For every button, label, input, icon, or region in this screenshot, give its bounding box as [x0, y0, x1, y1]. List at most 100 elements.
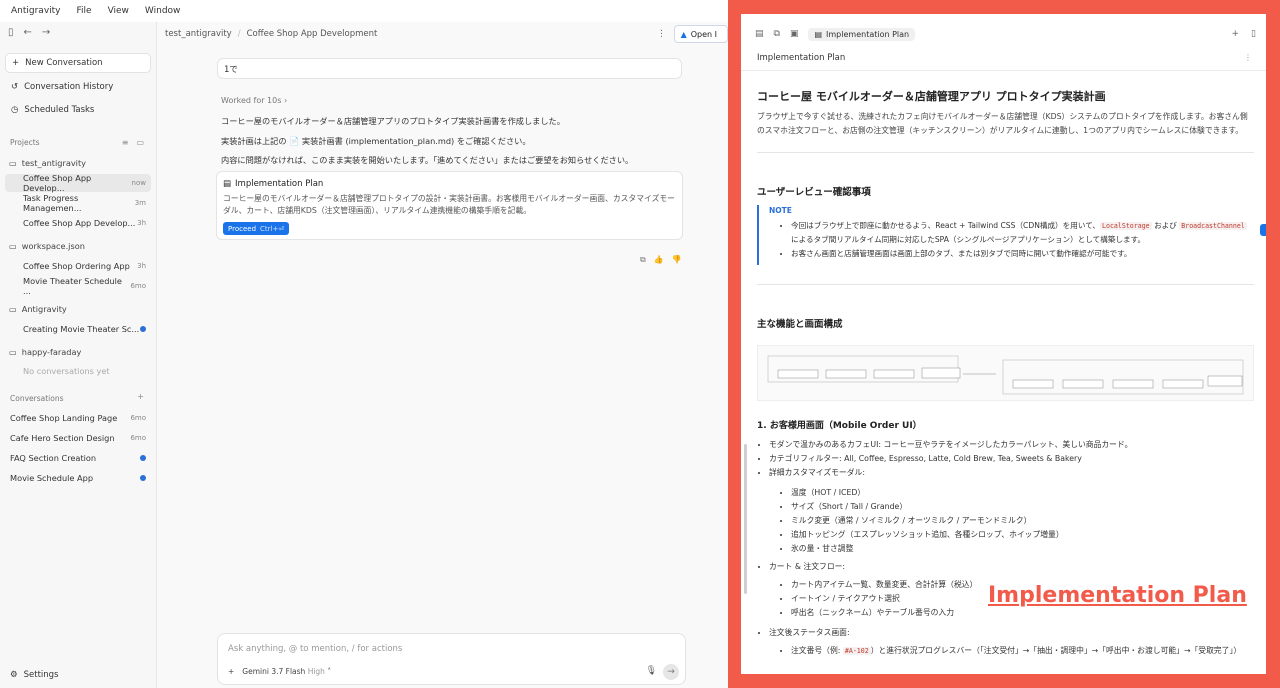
- menu-view[interactable]: View: [108, 6, 129, 16]
- list-item[interactable]: Creating Movie Theater Sc...: [5, 320, 151, 338]
- comment-marker[interactable]: [1260, 224, 1266, 236]
- list-item: 詳細カスタマイズモーダル:: [769, 466, 1254, 480]
- list-item[interactable]: Coffee Shop Ordering App 3h: [5, 257, 151, 275]
- breadcrumb-separator: /: [237, 29, 241, 39]
- plan-card-description: コーヒー屋のモバイルオーダー＆店舗管理プロトタイプの設計・実装計画書。お客様用モ…: [223, 194, 675, 215]
- note-callout: NOTE 今回はブラウザ上で即座に動かせるよう、React + Tailwind…: [757, 205, 1254, 265]
- plan-card-title: ▤ Implementation Plan: [223, 179, 323, 189]
- new-folder-icon[interactable]: ▭: [136, 138, 144, 147]
- add-context-icon[interactable]: +: [228, 667, 234, 676]
- settings-label: Settings: [23, 670, 59, 680]
- note-item: お客さん画面と店舗管理画面は画面上部のタブ、または別タブで同時に開いて動作確認が…: [791, 247, 1254, 261]
- composer-input[interactable]: Ask anything, @ to mention, / for action…: [228, 644, 402, 654]
- tab-implementation-plan[interactable]: ▤ Implementation Plan: [808, 27, 916, 41]
- list-item[interactable]: FAQ Section Creation: [5, 449, 151, 467]
- item-label: Coffee Shop App Develop...: [23, 218, 136, 228]
- architecture-diagram: [757, 345, 1254, 401]
- section-customer-ui: 1. お客様用画面（Mobile Order UI）: [757, 421, 922, 431]
- list-icon[interactable]: ▤: [755, 29, 764, 39]
- unread-dot: [140, 455, 146, 461]
- thumbs-up-icon[interactable]: 👍: [654, 255, 664, 265]
- toggle-sidebar-icon[interactable]: ▯: [8, 27, 14, 38]
- list-item[interactable]: Movie Schedule App: [5, 469, 151, 487]
- status-items: 注文番号（例: #A-102）と進行状況プログレスバー（「注文受付」→「抽出・調…: [757, 644, 1254, 658]
- open-button[interactable]: ▲ Open I: [673, 25, 728, 43]
- list-item[interactable]: Task Progress Managemen... 3m: [5, 193, 151, 213]
- new-conversation-label: New Conversation: [25, 58, 103, 68]
- item-time: 6mo: [130, 282, 146, 290]
- list-item[interactable]: Coffee Shop App Develop... now: [5, 173, 151, 193]
- folder-icon: ▭: [9, 347, 17, 357]
- menu-window[interactable]: Window: [145, 6, 181, 16]
- chat-area: test_antigravity / Coffee Shop App Devel…: [157, 22, 728, 688]
- add-tab-icon[interactable]: +: [1232, 29, 1240, 39]
- unread-dot: [140, 326, 146, 332]
- list-item: モダンで温かみのあるカフェUI: コーヒー豆やラテをイメージしたカラーパレット、…: [769, 438, 1254, 452]
- breadcrumb: test_antigravity / Coffee Shop App Devel…: [157, 22, 728, 46]
- breadcrumb-project[interactable]: test_antigravity: [165, 29, 232, 39]
- chat-composer[interactable]: Ask anything, @ to mention, / for action…: [217, 633, 686, 685]
- model-selector[interactable]: Gemini 3.7 Flash High ˄: [242, 667, 331, 676]
- project-antigravity[interactable]: ▭ Antigravity: [5, 300, 151, 318]
- send-button[interactable]: →: [663, 664, 679, 680]
- list-item[interactable]: Coffee Shop App Develop... 3h: [5, 214, 151, 232]
- image-icon[interactable]: ▣: [790, 29, 799, 39]
- list-item: サイズ（Short / Tall / Grande）: [791, 500, 1254, 514]
- list-item: カテゴリフィルター: All, Coffee, Espresso, Latte,…: [769, 452, 1254, 466]
- item-label: Creating Movie Theater Sc...: [23, 324, 140, 334]
- composer-options: + Gemini 3.7 Flash High ˄: [228, 667, 331, 676]
- proceed-button[interactable]: Proceed Ctrl+⏎: [223, 222, 290, 235]
- item-time: 6mo: [130, 434, 146, 442]
- more-icon[interactable]: ⋮: [657, 29, 666, 39]
- project-happy-faraday[interactable]: ▭ happy-faraday: [5, 343, 151, 361]
- item-label: Movie Theater Schedule ...: [23, 276, 122, 296]
- back-icon[interactable]: ←: [24, 27, 32, 38]
- implementation-plan-card[interactable]: ▤ Implementation Plan コーヒー屋のモバイルオーダー＆店舗管…: [216, 171, 683, 240]
- thumbs-down-icon[interactable]: 👎: [672, 255, 682, 265]
- conversations-heading: Conversations: [10, 394, 64, 403]
- implementation-plan-panel: ▤ ⧉ ▣ ▤ Implementation Plan + ▯ Implemen…: [741, 14, 1266, 674]
- list-item[interactable]: Cafe Hero Section Design 6mo: [5, 429, 151, 447]
- flow-diagram-graphic: [767, 355, 1244, 395]
- list-item[interactable]: Movie Theater Schedule ... 6mo: [5, 276, 151, 296]
- divider: [757, 152, 1254, 153]
- chevron-up-icon: ˄: [327, 667, 332, 676]
- panel-title: Implementation Plan: [757, 53, 846, 63]
- new-conversation-button[interactable]: + New Conversation: [5, 53, 151, 73]
- scheduled-tasks-button[interactable]: ◷ Scheduled Tasks: [5, 100, 151, 120]
- divider: [741, 70, 1266, 71]
- menu-bar: Antigravity File View Window: [0, 0, 740, 22]
- divider: [757, 284, 1254, 285]
- add-conversation-icon[interactable]: +: [137, 392, 144, 401]
- feedback-actions: ⧉ 👍 👎: [640, 255, 682, 265]
- project-workspace-json[interactable]: ▭ workspace.json: [5, 237, 151, 255]
- microphone-icon[interactable]: 🎙: [646, 666, 657, 676]
- user-message-text: 1で: [224, 64, 238, 75]
- close-panel-icon[interactable]: ▯: [1251, 29, 1256, 39]
- model-name: Gemini 3.7 Flash: [242, 667, 306, 676]
- forward-icon[interactable]: →: [42, 27, 50, 38]
- panel-more-icon[interactable]: ⋮: [1244, 53, 1252, 62]
- settings-button[interactable]: ⚙ Settings: [10, 670, 59, 680]
- copy-icon[interactable]: ⧉: [640, 255, 646, 265]
- copy-icon[interactable]: ⧉: [774, 29, 780, 39]
- scrollbar[interactable]: [744, 444, 747, 594]
- menu-file[interactable]: File: [77, 6, 92, 16]
- item-label: Coffee Shop Ordering App: [23, 261, 130, 271]
- list-item[interactable]: Coffee Shop Landing Page 6mo: [5, 409, 151, 427]
- sidebar: ▯ ← → + New Conversation ↺ Conversation …: [0, 22, 157, 688]
- filter-icon[interactable]: ≡: [122, 138, 129, 147]
- worked-for-toggle[interactable]: Worked for 10s ›: [221, 96, 287, 105]
- item-label: Coffee Shop App Develop...: [23, 173, 92, 193]
- item-time: 3h: [137, 262, 146, 270]
- project-test-antigravity[interactable]: ▭ test_antigravity: [5, 154, 151, 172]
- assistant-paragraph: 内容に問題がなければ、このまま実装を開始いたします。「進めてください」またはご要…: [221, 155, 634, 165]
- empty-label: No conversations yet: [23, 366, 110, 376]
- project-name: test_antigravity: [21, 158, 87, 168]
- item-label: FAQ Section Creation: [10, 453, 97, 463]
- conversations-actions: +: [137, 392, 144, 401]
- customer-feature-list: モダンで温かみのあるカフェUI: コーヒー豆やラテをイメージしたカラーパレット、…: [757, 438, 1254, 480]
- customization-options: 温度（HOT / ICED） サイズ（Short / Tall / Grande…: [757, 486, 1254, 556]
- conversation-history-button[interactable]: ↺ Conversation History: [5, 77, 151, 97]
- folder-icon: ▭: [9, 158, 17, 168]
